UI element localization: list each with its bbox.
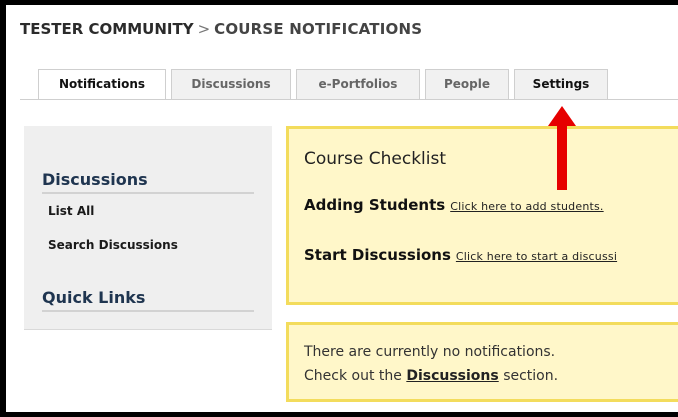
notifications-box: There are currently no notifications. Ch… <box>286 322 678 402</box>
add-students-link[interactable]: Click here to add students. <box>450 200 603 213</box>
discussions-hint: Check out the Discussions section. <box>304 368 558 384</box>
tab-people[interactable]: People <box>425 69 509 99</box>
breadcrumb-current: COURSE NOTIFICATIONS <box>214 20 423 38</box>
tab-e-portfolios[interactable]: e-Portfolios <box>296 69 420 99</box>
tab-notifications[interactable]: Notifications <box>38 69 166 100</box>
red-arrow-icon <box>548 106 576 190</box>
checklist-row-start-discussions: Start Discussions Click here to start a d… <box>304 245 617 264</box>
tabs-baseline <box>20 99 678 100</box>
hint-prefix: Check out the <box>304 368 402 384</box>
course-checklist-box: Course Checklist Adding Students Click he… <box>286 126 678 305</box>
checklist-item-label: Adding Students <box>304 196 446 214</box>
checklist-item-label: Start Discussions <box>304 246 451 264</box>
sidebar-divider <box>42 310 254 312</box>
tab-settings[interactable]: Settings <box>514 69 608 99</box>
sidebar-divider <box>42 192 254 194</box>
sidebar-item-search-discussions[interactable]: Search Discussions <box>48 238 178 252</box>
sidebar: Discussions List All Search Discussions … <box>24 126 272 330</box>
breadcrumb-community-link[interactable]: TESTER COMMUNITY <box>20 20 194 38</box>
breadcrumb: TESTER COMMUNITY > COURSE NOTIFICATIONS <box>20 20 422 38</box>
start-discussion-link[interactable]: Click here to start a discussi <box>456 250 617 263</box>
tab-discussions[interactable]: Discussions <box>171 69 291 99</box>
sidebar-discussions-title: Discussions <box>42 170 148 189</box>
sidebar-item-list-all[interactable]: List All <box>48 204 94 218</box>
checklist-row-adding-students: Adding Students Click here to add student… <box>304 195 604 214</box>
discussions-section-link[interactable]: Discussions <box>406 368 498 384</box>
checklist-title: Course Checklist <box>304 149 447 169</box>
hint-suffix: section. <box>503 368 559 384</box>
sidebar-quick-links-title: Quick Links <box>42 288 146 307</box>
no-notifications-text: There are currently no notifications. <box>304 344 556 360</box>
breadcrumb-separator: > <box>197 20 211 38</box>
